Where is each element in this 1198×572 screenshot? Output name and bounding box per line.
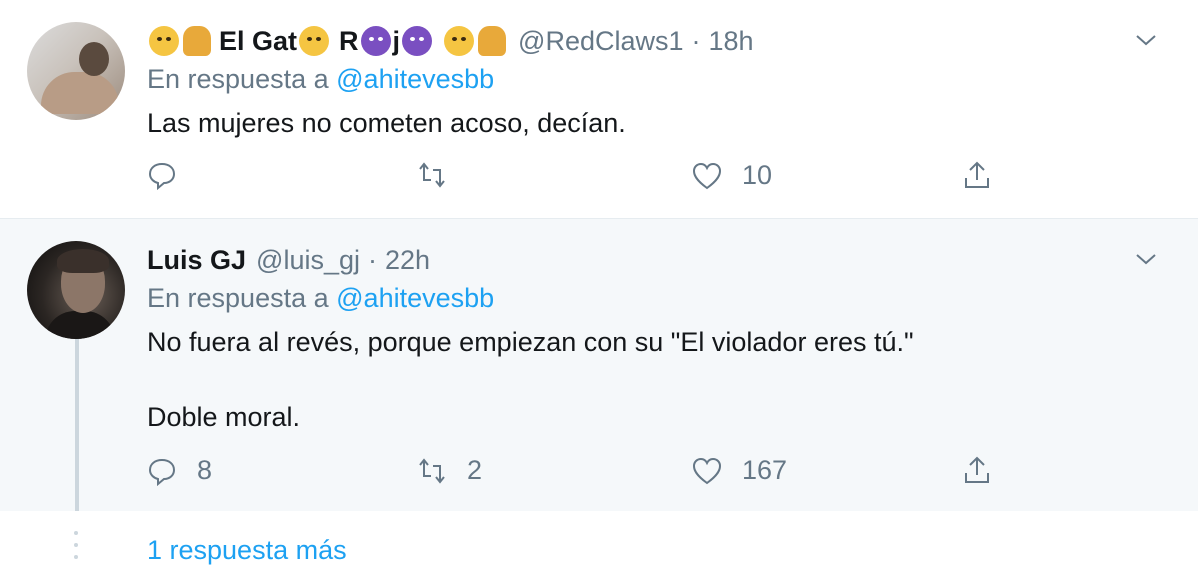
reply-count: 8 (197, 455, 213, 485)
tweet-1[interactable]: El Gat R j @RedClaws1 · 18h En respuesta… (0, 0, 1198, 219)
share-icon (965, 161, 989, 188)
avatar[interactable] (27, 241, 125, 339)
share-button[interactable] (962, 160, 992, 190)
more-replies-row[interactable]: 1 respuesta más (0, 511, 1198, 572)
thread-dots (74, 531, 78, 567)
tweet-actions: 10 (147, 160, 1147, 200)
reply-to-line: En respuesta a @ahitevesbb (147, 283, 494, 314)
tweet-header: El Gat R j @RedClaws1 · 18h (147, 24, 754, 58)
like-button[interactable]: 10 (692, 160, 772, 191)
devil-emoji-icon (402, 26, 433, 56)
reply-to-prefix: En respuesta a (147, 283, 329, 313)
author-name-part-3: j (392, 25, 401, 56)
tweet-text: Las mujeres no cometen acoso, decían. (147, 108, 626, 138)
reply-icon (148, 162, 176, 190)
retweet-icon (419, 457, 445, 484)
tweet-header: Luis GJ @luis_gj · 22h (147, 243, 430, 277)
smirking-cat-emoji-icon (149, 26, 179, 56)
like-button[interactable]: 167 (692, 455, 787, 486)
tweet-actions: 8 2 167 (147, 455, 1147, 495)
separator-dot: · (367, 244, 377, 275)
cat-emoji-icon (478, 26, 507, 56)
author-name[interactable]: El Gat R j (147, 26, 508, 57)
tweet-time[interactable]: 22h (385, 245, 430, 276)
reply-button[interactable] (147, 160, 197, 190)
tweet-text-line-1: No fuera al revés, porque empiezan con s… (147, 327, 914, 357)
retweet-button[interactable] (417, 160, 467, 190)
reply-to-prefix: En respuesta a (147, 64, 329, 94)
chevron-down-icon[interactable] (1134, 247, 1158, 271)
author-name-part-2: R (339, 25, 359, 56)
author-handle[interactable]: @RedClaws1 (518, 26, 683, 57)
cat-emoji-icon (183, 26, 211, 56)
author-name[interactable]: Luis GJ (147, 245, 246, 276)
more-replies-link[interactable]: 1 respuesta más (147, 535, 347, 566)
heart-icon (692, 457, 722, 484)
reply-icon (148, 458, 176, 486)
devil-emoji-icon (360, 26, 391, 56)
tweet-text-line-2: Doble moral. (147, 402, 301, 432)
avatar[interactable] (27, 22, 125, 120)
reply-to-handle[interactable]: @ahitevesbb (336, 283, 494, 313)
cat-face-emoji-icon (299, 26, 330, 56)
tweet-time[interactable]: 18h (709, 26, 754, 57)
smirking-cat-emoji-icon (444, 26, 475, 56)
heart-icon (692, 162, 722, 189)
retweet-button[interactable]: 2 (417, 455, 482, 486)
author-name-part-1: El Gat (219, 25, 298, 56)
tweet-2[interactable]: Luis GJ @luis_gj · 22h En respuesta a @a… (0, 219, 1198, 511)
thread-line (75, 339, 79, 511)
share-icon (965, 456, 989, 483)
chevron-down-icon[interactable] (1134, 28, 1158, 52)
retweet-icon (419, 162, 445, 188)
separator-dot: · (691, 25, 701, 56)
like-count: 167 (742, 455, 788, 485)
like-count: 10 (742, 160, 773, 190)
retweet-count: 2 (467, 455, 483, 485)
reply-button[interactable]: 8 (147, 455, 212, 486)
author-handle[interactable]: @luis_gj (256, 245, 360, 276)
share-button[interactable] (962, 455, 992, 485)
reply-to-line: En respuesta a @ahitevesbb (147, 64, 494, 95)
reply-to-handle[interactable]: @ahitevesbb (336, 64, 494, 94)
